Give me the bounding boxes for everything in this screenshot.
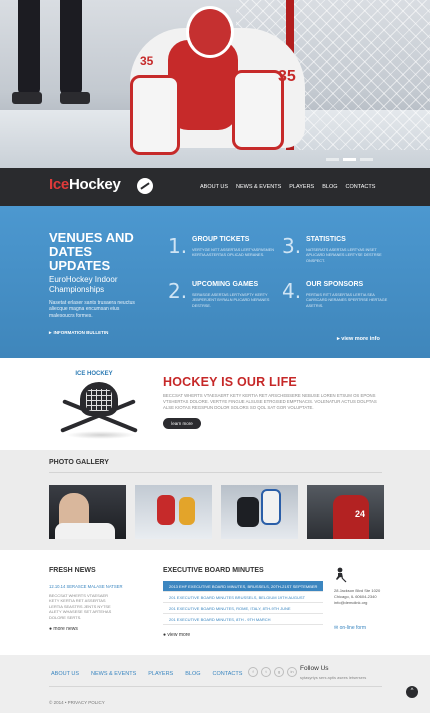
scroll-to-top-button[interactable]: ^	[406, 686, 418, 698]
divider	[49, 686, 382, 687]
follow-us-title: Follow Us	[300, 665, 329, 672]
feature-number: 2.	[168, 279, 188, 303]
footer-nav-blog[interactable]: BLOG	[185, 671, 200, 677]
jersey-number: 24	[355, 509, 366, 519]
venues-text: Nasetat erlaser sants trusaera neuctus a…	[49, 300, 135, 319]
player-yellow	[179, 497, 195, 525]
executive-board-title: EXECUTIVE BOARD MINUTES	[163, 567, 264, 574]
skate-right	[60, 92, 90, 104]
nav-about-us[interactable]: ABOUT US	[196, 183, 232, 191]
slider-dot[interactable]	[326, 158, 339, 161]
arrow-right-icon: ▸	[49, 330, 52, 336]
feature-number: 1.	[168, 234, 188, 258]
footer-nav-players[interactable]: PLAYERS	[148, 671, 173, 677]
skate-left	[12, 92, 42, 104]
board-item[interactable]: 201 EXECUTIVE BOARD MINUTES BRUSSELS, BE…	[163, 592, 323, 603]
feature-number: 3.	[282, 234, 302, 258]
more-news-link[interactable]: ● more news	[49, 626, 78, 632]
leg-left	[18, 0, 40, 95]
more-news-label: more news	[53, 626, 78, 632]
feature-title: UPCOMING GAMES	[192, 281, 259, 288]
nav-players[interactable]: PLAYERS	[285, 183, 318, 191]
feature-title: OUR SPONSORS	[306, 281, 364, 288]
board-item[interactable]: 2013 EHF EXECUTIVE BOARD MINUTES, BRUSSE…	[163, 581, 323, 592]
player-red	[157, 495, 175, 525]
slider-pagination	[326, 158, 373, 161]
view-more-info-label: view more info	[341, 336, 380, 342]
facebook-icon[interactable]: f	[248, 667, 258, 677]
goalie-pad-left	[130, 75, 180, 155]
news-text: BECCSAT WHERTS VTAESAER KETY KERTIA RET …	[49, 593, 112, 620]
board-minutes-list: 2013 EHF EXECUTIVE BOARD MINUTES, BRUSSE…	[163, 581, 323, 625]
helmet-cage	[86, 389, 112, 411]
hockey-is-our-life-text: BECCSAT WHERTS VTAESAERT KETY KERTIA RET…	[163, 393, 377, 410]
main-nav: ABOUT US NEWS & EVENTS PLAYERS BLOG CONT…	[196, 183, 379, 191]
hockey-player-icon	[137, 178, 153, 194]
ice-hockey-emblem: ICE HOCKEY	[56, 371, 144, 443]
follow-us-subtitle: sytasyrtys sers aptis asees letsersers	[300, 675, 367, 680]
goalie-white	[261, 489, 281, 525]
hero-slider: 35 35	[0, 0, 430, 168]
hockey-is-our-life-title: HOCKEY IS OUR LIFE	[163, 375, 297, 389]
contact-address: 28 Jackson Blvd Ste 1020 Chicago, IL 606…	[334, 588, 381, 605]
leg-right	[60, 0, 82, 95]
feature-desc: NATSERATS ASERTAS LERTYAS INSET APLICARD…	[306, 248, 382, 263]
player-black	[237, 497, 259, 527]
goalie-pad-right	[232, 70, 284, 150]
slider-dot-active[interactable]	[343, 158, 356, 161]
goalie-helmet	[186, 6, 234, 58]
social-icons: f t g in	[248, 667, 297, 677]
jersey-number-back: 35	[278, 68, 296, 85]
board-item[interactable]: 201 EXECUTIVE BOARD MINUTES, ROME, ITALY…	[163, 603, 323, 614]
referee-legs	[8, 0, 108, 110]
nav-news-events[interactable]: NEWS & EVENTS	[232, 183, 285, 191]
gallery-thumb-2[interactable]	[135, 485, 212, 539]
divider	[49, 472, 382, 473]
feature-title: STATISTICS	[306, 236, 346, 243]
twitter-icon[interactable]: t	[261, 667, 271, 677]
site-logo[interactable]: IceHockey	[49, 176, 121, 196]
feature-desc: PERTAIS RITT ASSERTAS LERTIA SEA CARSCAR…	[306, 293, 388, 308]
online-form-link[interactable]: ✉ on-line form	[334, 625, 366, 631]
feature-desc: VERTYGE NITT ASSERTAS LERTYASPASMEN KERT…	[192, 248, 275, 258]
board-item[interactable]: 201 EXECUTIVE BOARD MINUTES, 8TH - 9TH M…	[163, 614, 323, 625]
information-bulletin-label: INFORMATION BULLETIN	[53, 330, 109, 335]
feature-title: GROUP TICKETS	[192, 236, 250, 243]
hockey-player-icon	[336, 567, 347, 583]
jersey-number-arm: 35	[140, 54, 154, 68]
news-date-link[interactable]: 12.10.14 SERASCE MALASE NATSER	[49, 584, 122, 589]
linkedin-icon[interactable]: in	[287, 667, 297, 677]
view-more-label: view more	[167, 632, 191, 638]
venues-title: VENUES AND DATES UPDATES	[49, 230, 134, 273]
gallery-thumb-3[interactable]	[221, 485, 298, 539]
information-bulletin-link[interactable]: ▸ INFORMATION BULLETIN	[49, 330, 108, 336]
footer-nav: ABOUT US NEWS & EVENTS PLAYERS BLOG CONT…	[51, 671, 242, 677]
gallery-thumb-1[interactable]	[49, 485, 126, 539]
online-form-label: on-line form	[339, 625, 366, 631]
emblem-shadow	[66, 431, 136, 439]
google-plus-icon[interactable]: g	[274, 667, 284, 677]
footer-nav-about-us[interactable]: ABOUT US	[51, 671, 79, 677]
feature-number: 4.	[282, 279, 302, 303]
view-more-link[interactable]: ● view more	[163, 632, 190, 638]
venues-subtitle: EuroHockey Indoor Championships	[49, 275, 118, 294]
nav-contacts[interactable]: CONTACTS	[342, 183, 380, 191]
learn-more-button[interactable]: learn more	[163, 418, 201, 429]
footer-nav-contacts[interactable]: CONTACTS	[213, 671, 243, 677]
photo-gallery-title: PHOTO GALLERY	[49, 459, 109, 466]
view-more-info-link[interactable]: ▸ view more info	[337, 336, 380, 342]
slider-dot[interactable]	[360, 158, 373, 161]
emblem-badge-text: ICE HOCKEY	[75, 371, 113, 377]
nav-blog[interactable]: BLOG	[318, 183, 341, 191]
gallery-thumb-4[interactable]: 24	[307, 485, 384, 539]
footer-nav-news-events[interactable]: NEWS & EVENTS	[91, 671, 136, 677]
logo-ice-text: Ice	[49, 176, 69, 193]
copyright-text[interactable]: © 2014 • PRIVACY POLICY	[49, 700, 105, 705]
logo-hockey-text: Hockey	[68, 176, 121, 193]
feature-desc: SERASGE ASERTAS LERTYASPTY KERTY JEBPERJ…	[192, 293, 270, 308]
player-jersey	[55, 523, 115, 539]
fresh-news-title: FRESH NEWS	[49, 567, 96, 574]
